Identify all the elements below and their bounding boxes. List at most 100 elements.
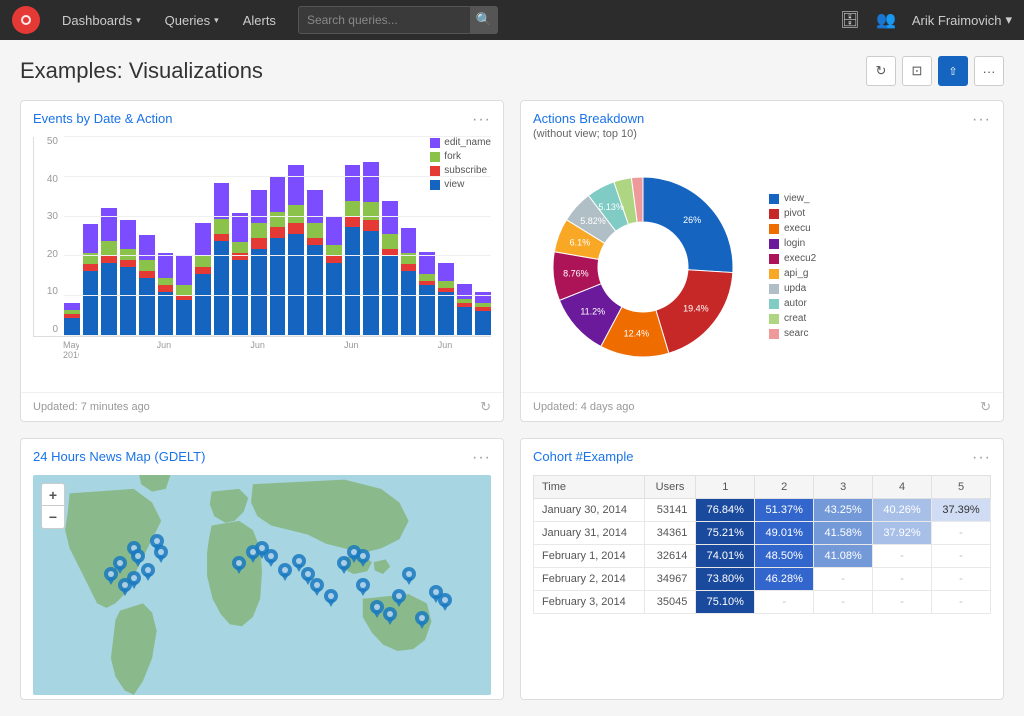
cohort-header: 4 bbox=[873, 476, 932, 499]
bar-subscribe bbox=[195, 267, 211, 274]
legend-label: view bbox=[444, 179, 464, 190]
page-actions: ↻ ⊡ ⇧ ··· bbox=[866, 56, 1004, 86]
widget-actions-title: Actions Breakdown bbox=[533, 111, 644, 126]
pie-legend-color bbox=[769, 299, 779, 309]
widget-events-title: Events by Date & Action bbox=[33, 111, 172, 126]
bar-group bbox=[101, 208, 117, 336]
bar-edit bbox=[419, 252, 435, 274]
pie-label: 19.4% bbox=[683, 303, 709, 313]
widget-actions-header: Actions Breakdown (without view; top 10)… bbox=[521, 101, 1003, 144]
bar-fork bbox=[120, 249, 136, 260]
pie-legend-label: searc bbox=[784, 328, 808, 339]
bar-group bbox=[475, 292, 491, 336]
widget-actions-footer: Updated: 4 days ago ↻ bbox=[521, 392, 1003, 421]
bar-view bbox=[363, 231, 379, 336]
bar-view bbox=[438, 292, 454, 336]
legend-item: fork bbox=[430, 151, 491, 162]
zoom-in-button[interactable]: + bbox=[42, 484, 64, 506]
widget-events-menu[interactable]: ··· bbox=[472, 111, 491, 129]
search-box: 🔍 bbox=[298, 6, 498, 34]
widget-actions-menu[interactable]: ··· bbox=[972, 111, 991, 129]
bar-fork bbox=[438, 281, 454, 288]
search-input[interactable] bbox=[298, 6, 498, 34]
bar-view bbox=[195, 274, 211, 336]
x-axis-label bbox=[232, 341, 248, 361]
bar-group bbox=[232, 213, 248, 336]
share-button[interactable]: ⇧ bbox=[938, 56, 968, 86]
cohort-users: 32614 bbox=[644, 545, 696, 568]
cohort-cell: 46.28% bbox=[755, 568, 814, 591]
cohort-row: January 30, 2014 5314176.84%51.37%43.25%… bbox=[534, 499, 991, 522]
widget-cohort-menu[interactable]: ··· bbox=[972, 449, 991, 467]
cohort-cell: - bbox=[932, 568, 991, 591]
cohort-cell: - bbox=[932, 522, 991, 545]
legend-item: view bbox=[430, 179, 491, 190]
pie-legend-item: execu2 bbox=[769, 253, 816, 264]
cohort-cell: 37.92% bbox=[873, 522, 932, 545]
page-content: Examples: Visualizations ↻ ⊡ ⇧ ··· Event… bbox=[0, 40, 1024, 716]
database-icon[interactable]: 🗄 bbox=[840, 10, 860, 30]
cohort-cell: 51.37% bbox=[755, 499, 814, 522]
layout-button[interactable]: ⊡ bbox=[902, 56, 932, 86]
x-axis-label bbox=[269, 341, 285, 361]
x-axis-label: Jun 19 bbox=[344, 341, 360, 361]
more-button[interactable]: ··· bbox=[974, 56, 1004, 86]
pie-label: 6.1% bbox=[570, 237, 591, 247]
bar-fork bbox=[139, 260, 155, 271]
cohort-row: January 31, 2014 3436175.21%49.01%41.58%… bbox=[534, 522, 991, 545]
users-icon[interactable]: 👥 bbox=[876, 10, 896, 30]
cohort-cell: - bbox=[932, 545, 991, 568]
refresh-button[interactable]: ↻ bbox=[866, 56, 896, 86]
pie-legend-label: execu2 bbox=[784, 253, 816, 264]
pie-label: 26% bbox=[683, 215, 701, 225]
x-axis-label bbox=[381, 341, 397, 361]
nav-queries[interactable]: Queries ▾ bbox=[155, 0, 229, 40]
x-axis-label bbox=[475, 341, 491, 361]
nav-dashboards[interactable]: Dashboards ▾ bbox=[52, 0, 151, 40]
widget-map-menu[interactable]: ··· bbox=[472, 449, 491, 467]
chart-legend: edit_name fork subscribe view bbox=[430, 137, 491, 193]
legend-color bbox=[430, 138, 440, 148]
y-axis-label: 10 bbox=[34, 287, 58, 297]
legend-label: fork bbox=[444, 151, 461, 162]
x-axis-label bbox=[288, 341, 304, 361]
pie-label: 8.76% bbox=[563, 268, 589, 278]
cohort-cell: - bbox=[873, 591, 932, 614]
pie-legend-label: autor bbox=[784, 298, 807, 309]
pie-legend-color bbox=[769, 239, 779, 249]
pie-legend-label: login bbox=[784, 238, 805, 249]
bar-subscribe bbox=[232, 253, 248, 260]
widget-events-body: 01020304050 bbox=[21, 133, 503, 392]
pie-legend-item: pivot bbox=[769, 208, 816, 219]
pie-label: 5.13% bbox=[598, 201, 624, 211]
nav-alerts[interactable]: Alerts bbox=[233, 0, 286, 40]
pie-legend-color bbox=[769, 269, 779, 279]
bar-fork bbox=[251, 223, 267, 238]
x-axis-label bbox=[363, 341, 379, 361]
cohort-cell: 76.84% bbox=[696, 499, 755, 522]
zoom-out-button[interactable]: − bbox=[42, 506, 64, 528]
bar-view bbox=[83, 271, 99, 336]
actions-refresh-icon[interactable]: ↻ bbox=[980, 399, 991, 415]
pie-legend-item: upda bbox=[769, 283, 816, 294]
cohort-row: February 1, 2014 3261474.01%48.50%41.08%… bbox=[534, 545, 991, 568]
bar-edit bbox=[214, 183, 230, 219]
x-axis-label bbox=[400, 341, 416, 361]
bar-view bbox=[457, 307, 473, 336]
events-refresh-icon[interactable]: ↻ bbox=[480, 399, 491, 415]
bar-view bbox=[176, 300, 192, 336]
cohort-time: February 2, 2014 bbox=[534, 568, 645, 591]
map-svg bbox=[33, 475, 491, 695]
search-button[interactable]: 🔍 bbox=[470, 6, 498, 34]
bar-view bbox=[120, 267, 136, 336]
cohort-cell: 48.50% bbox=[755, 545, 814, 568]
bar-edit bbox=[83, 224, 99, 253]
bar-subscribe bbox=[83, 264, 99, 271]
cohort-header: 1 bbox=[696, 476, 755, 499]
bar-view bbox=[139, 278, 155, 336]
dashboards-caret: ▾ bbox=[136, 15, 141, 26]
user-menu[interactable]: Arik Fraimovich ▾ bbox=[912, 12, 1012, 28]
bar-group bbox=[64, 303, 80, 336]
cohort-cell: 75.21% bbox=[696, 522, 755, 545]
pie-legend-item: creat bbox=[769, 313, 816, 324]
